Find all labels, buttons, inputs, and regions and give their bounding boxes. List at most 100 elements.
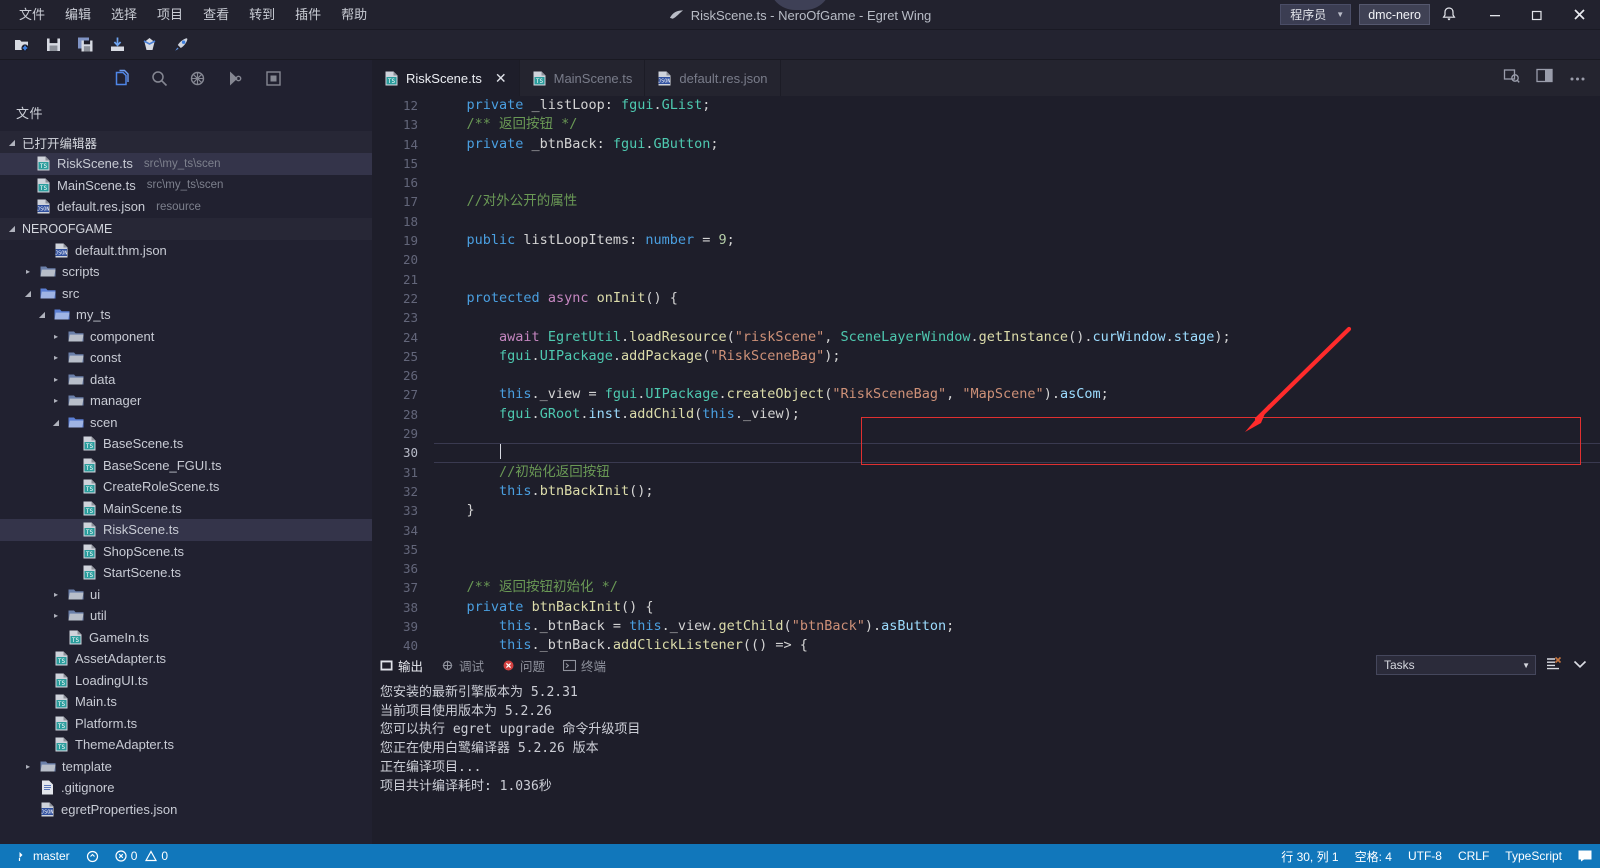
clear-output-icon[interactable]	[1546, 656, 1562, 674]
panel-tab-debug[interactable]: 调试	[441, 656, 484, 675]
project-header[interactable]: ◢ NEROOFGAME	[0, 217, 372, 240]
status-sync[interactable]	[78, 844, 107, 868]
tasks-select[interactable]: Tasks ▼	[1376, 655, 1536, 675]
menu-item-编辑[interactable]: 编辑	[56, 3, 100, 26]
status-language-mode[interactable]: TypeScript	[1497, 844, 1570, 868]
status-indentation[interactable]: 空格: 4	[1347, 844, 1400, 868]
tree-item-label: util	[90, 608, 107, 624]
debug-icon[interactable]	[184, 65, 210, 91]
panel-tab-terminal[interactable]: 终端	[563, 656, 606, 675]
split-editor-icon[interactable]	[1536, 68, 1553, 88]
chevron-right-icon[interactable]: ▸	[50, 396, 62, 405]
explorer-icon[interactable]	[108, 65, 134, 91]
feedback-icon	[1578, 850, 1592, 862]
tree-item[interactable]: TS LoadingUI.ts	[0, 670, 372, 692]
run-icon[interactable]	[170, 34, 192, 56]
tree-item[interactable]: ◢ src	[0, 283, 372, 305]
publish-icon[interactable]	[138, 34, 160, 56]
tree-item[interactable]: TS ShopScene.ts	[0, 541, 372, 563]
chevron-down-icon[interactable]: ◢	[50, 418, 62, 427]
extensions-icon[interactable]	[260, 65, 286, 91]
menu-item-选择[interactable]: 选择	[102, 3, 146, 26]
tree-item[interactable]: ▸ util	[0, 605, 372, 627]
chevron-right-icon[interactable]: ▸	[50, 375, 62, 384]
user-badge[interactable]: dmc-nero	[1359, 4, 1430, 25]
open-editor-item[interactable]: JSON default.res.json resource	[0, 196, 372, 218]
tree-item[interactable]: ▸ const	[0, 347, 372, 369]
search-icon[interactable]	[146, 65, 172, 91]
source-control-icon[interactable]	[222, 65, 248, 91]
tree-item[interactable]: ▸ template	[0, 756, 372, 778]
chevron-right-icon[interactable]: ▸	[50, 590, 62, 599]
editor-tab[interactable]: JSON default.res.json	[645, 60, 781, 96]
tree-item[interactable]: TS BaseScene_FGUI.ts	[0, 455, 372, 477]
status-branch[interactable]: master	[8, 844, 78, 868]
close-button[interactable]	[1558, 0, 1600, 30]
code-editor[interactable]: 12 private _listLoop: fgui.GList; 13 /** …	[372, 96, 1600, 652]
tree-item[interactable]: ▸ component	[0, 326, 372, 348]
chevron-right-icon[interactable]: ▸	[50, 611, 62, 620]
minimize-button[interactable]	[1474, 0, 1516, 30]
tree-item[interactable]: TS RiskScene.ts	[0, 519, 372, 541]
open-editors-header[interactable]: ◢ 已打开编辑器	[0, 131, 372, 153]
tree-item[interactable]: ▸ scripts	[0, 261, 372, 283]
menu-item-项目[interactable]: 项目	[148, 3, 192, 26]
status-eol[interactable]: CRLF	[1450, 844, 1497, 868]
chevron-right-icon[interactable]: ▸	[22, 762, 34, 771]
more-actions-icon[interactable]	[1569, 69, 1586, 87]
tree-item[interactable]: ◢ my_ts	[0, 304, 372, 326]
close-panel-icon[interactable]	[1572, 658, 1588, 673]
editor-tab[interactable]: TS RiskScene.ts ✕	[372, 60, 520, 96]
tree-item[interactable]: ▸ ui	[0, 584, 372, 606]
tree-item[interactable]: JSON egretProperties.json	[0, 799, 372, 821]
tree-item[interactable]: TS Main.ts	[0, 691, 372, 713]
svg-text:JSON: JSON	[37, 207, 50, 213]
status-cursor-position[interactable]: 行 30, 列 1	[1273, 844, 1346, 868]
preview-icon[interactable]	[1503, 67, 1520, 89]
tree-item[interactable]: TS AssetAdapter.ts	[0, 648, 372, 670]
chevron-down-icon[interactable]: ◢	[22, 289, 34, 298]
role-selector[interactable]: 程序员 ▼	[1280, 4, 1352, 25]
tree-item-label: .gitignore	[61, 780, 115, 796]
chevron-right-icon[interactable]: ▸	[50, 332, 62, 341]
tree-item[interactable]: ▸ data	[0, 369, 372, 391]
tree-item[interactable]: ▸ manager	[0, 390, 372, 412]
status-encoding[interactable]: UTF-8	[1400, 844, 1450, 868]
menu-item-转到[interactable]: 转到	[240, 3, 284, 26]
panel-tab-output[interactable]: 输出	[380, 656, 423, 675]
panel-tab-problems[interactable]: 问题	[502, 656, 545, 675]
chevron-right-icon[interactable]: ▸	[22, 267, 34, 276]
maximize-button[interactable]	[1516, 0, 1558, 30]
tree-item[interactable]: TS BaseScene.ts	[0, 433, 372, 455]
chevron-down-icon[interactable]: ◢	[36, 310, 48, 319]
menu-item-文件[interactable]: 文件	[10, 3, 54, 26]
tree-item[interactable]: .gitignore	[0, 777, 372, 799]
editor-tab-label: default.res.json	[679, 70, 768, 86]
open-editor-item[interactable]: TS RiskScene.ts src\my_ts\scen	[0, 153, 372, 175]
tree-item[interactable]: ◢ scen	[0, 412, 372, 434]
status-errors[interactable]: 0 0	[107, 844, 176, 868]
new-file-icon[interactable]	[10, 34, 32, 56]
open-editor-item[interactable]: TS MainScene.ts src\my_ts\scen	[0, 175, 372, 197]
tab-close-icon[interactable]: ✕	[495, 71, 507, 85]
chevron-right-icon[interactable]: ▸	[50, 353, 62, 362]
tree-item[interactable]: TS Platform.ts	[0, 713, 372, 735]
status-feedback[interactable]	[1570, 844, 1600, 868]
editor-tab[interactable]: TS MainScene.ts	[519, 60, 646, 96]
menu-item-帮助[interactable]: 帮助	[332, 3, 376, 26]
tree-item[interactable]: TS StartScene.ts	[0, 562, 372, 584]
menu-item-插件[interactable]: 插件	[286, 3, 330, 26]
tree-item[interactable]: TS GameIn.ts	[0, 627, 372, 649]
line-number: 25	[402, 348, 418, 364]
tree-item[interactable]: TS ThemeAdapter.ts	[0, 734, 372, 756]
code-line: 17 //对外公开的属性	[372, 192, 1600, 211]
tree-item[interactable]: JSON default.thm.json	[0, 240, 372, 262]
save-all-icon[interactable]	[74, 34, 96, 56]
tree-item[interactable]: TS CreateRoleScene.ts	[0, 476, 372, 498]
tree-item-label: GameIn.ts	[89, 629, 149, 645]
import-icon[interactable]	[106, 34, 128, 56]
tree-item[interactable]: TS MainScene.ts	[0, 498, 372, 520]
notifications-button[interactable]	[1442, 7, 1456, 22]
menu-item-查看[interactable]: 查看	[194, 3, 238, 26]
save-icon[interactable]	[42, 34, 64, 56]
